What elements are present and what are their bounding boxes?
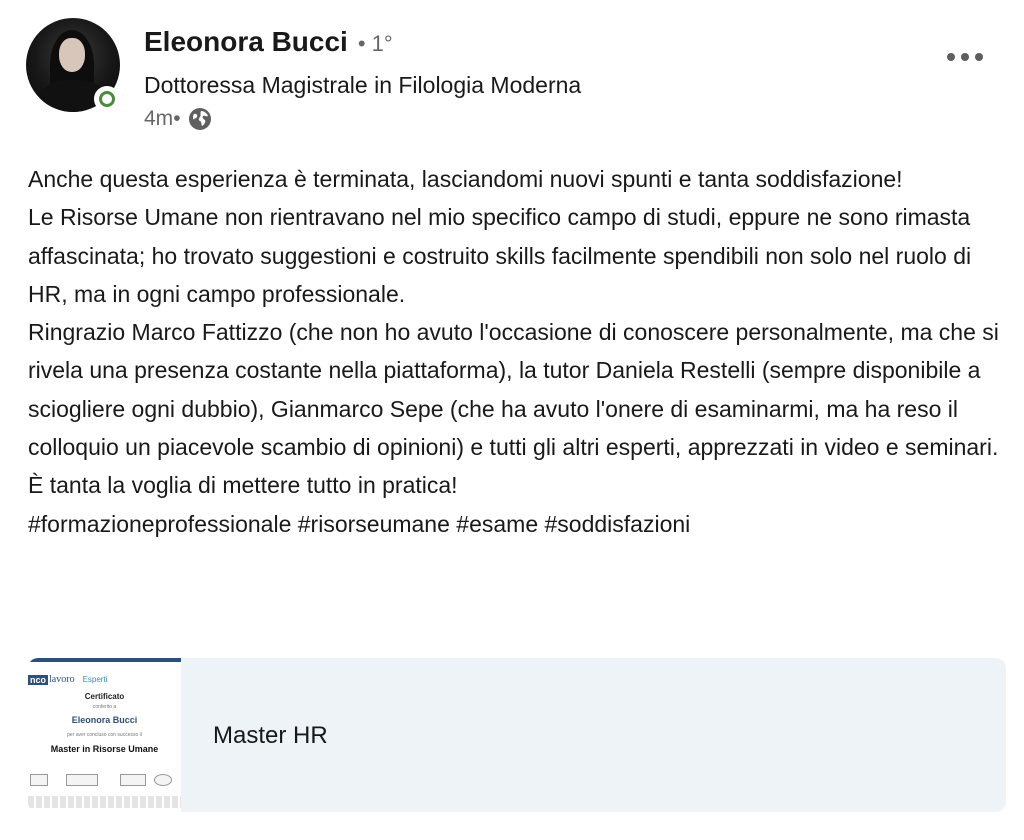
post-meta: 4m • [144,106,213,132]
more-options-button[interactable] [940,40,990,74]
author-name[interactable]: Eleonora Bucci [144,26,348,58]
certificate-badges [28,774,181,788]
post-text-line: È tanta la voglia di mettere tutto in pr… [28,472,458,499]
post-text-line: Anche questa esperienza è terminata, las… [28,166,903,192]
certificate-recipient: Eleonora Bucci [71,715,138,725]
connection-degree: • 1° [357,31,393,56]
certificate-completed: per aver concluso con successo il [67,732,142,738]
post-time: 4m [144,107,174,130]
author-name-row: Eleonora Bucci • 1° [144,26,393,58]
certificate-course: Master in Risorse Umane [50,744,159,754]
post-hashtags[interactable]: #formazioneprofessionale #risorseumane #… [28,505,1013,543]
online-status-indicator [94,86,120,112]
meta-separator: • [173,107,181,130]
attachment-title: Master HR [213,722,328,749]
certificate-conferred: conferito a [92,704,117,710]
post-text-line: Ringrazio Marco Fattizzo (che non ho avu… [28,319,999,461]
certificate-fineprint [28,796,181,808]
post-text-line: Le Risorse Umane non rientravano nel mio… [28,204,972,307]
more-horizontal-icon [947,53,955,61]
certificate-heading: Certificato [84,692,125,701]
certificate-thumbnail: nco lavoro Esperti Certificato conferito… [28,658,181,812]
globe-icon [187,106,213,132]
author-headline[interactable]: Dottoressa Magistrale in Filologia Moder… [144,72,581,99]
document-attachment[interactable]: nco lavoro Esperti Certificato conferito… [28,658,1006,812]
post-body: Anche questa esperienza è terminata, las… [28,160,1013,543]
certificate-logo: nco lavoro Esperti [28,674,108,685]
